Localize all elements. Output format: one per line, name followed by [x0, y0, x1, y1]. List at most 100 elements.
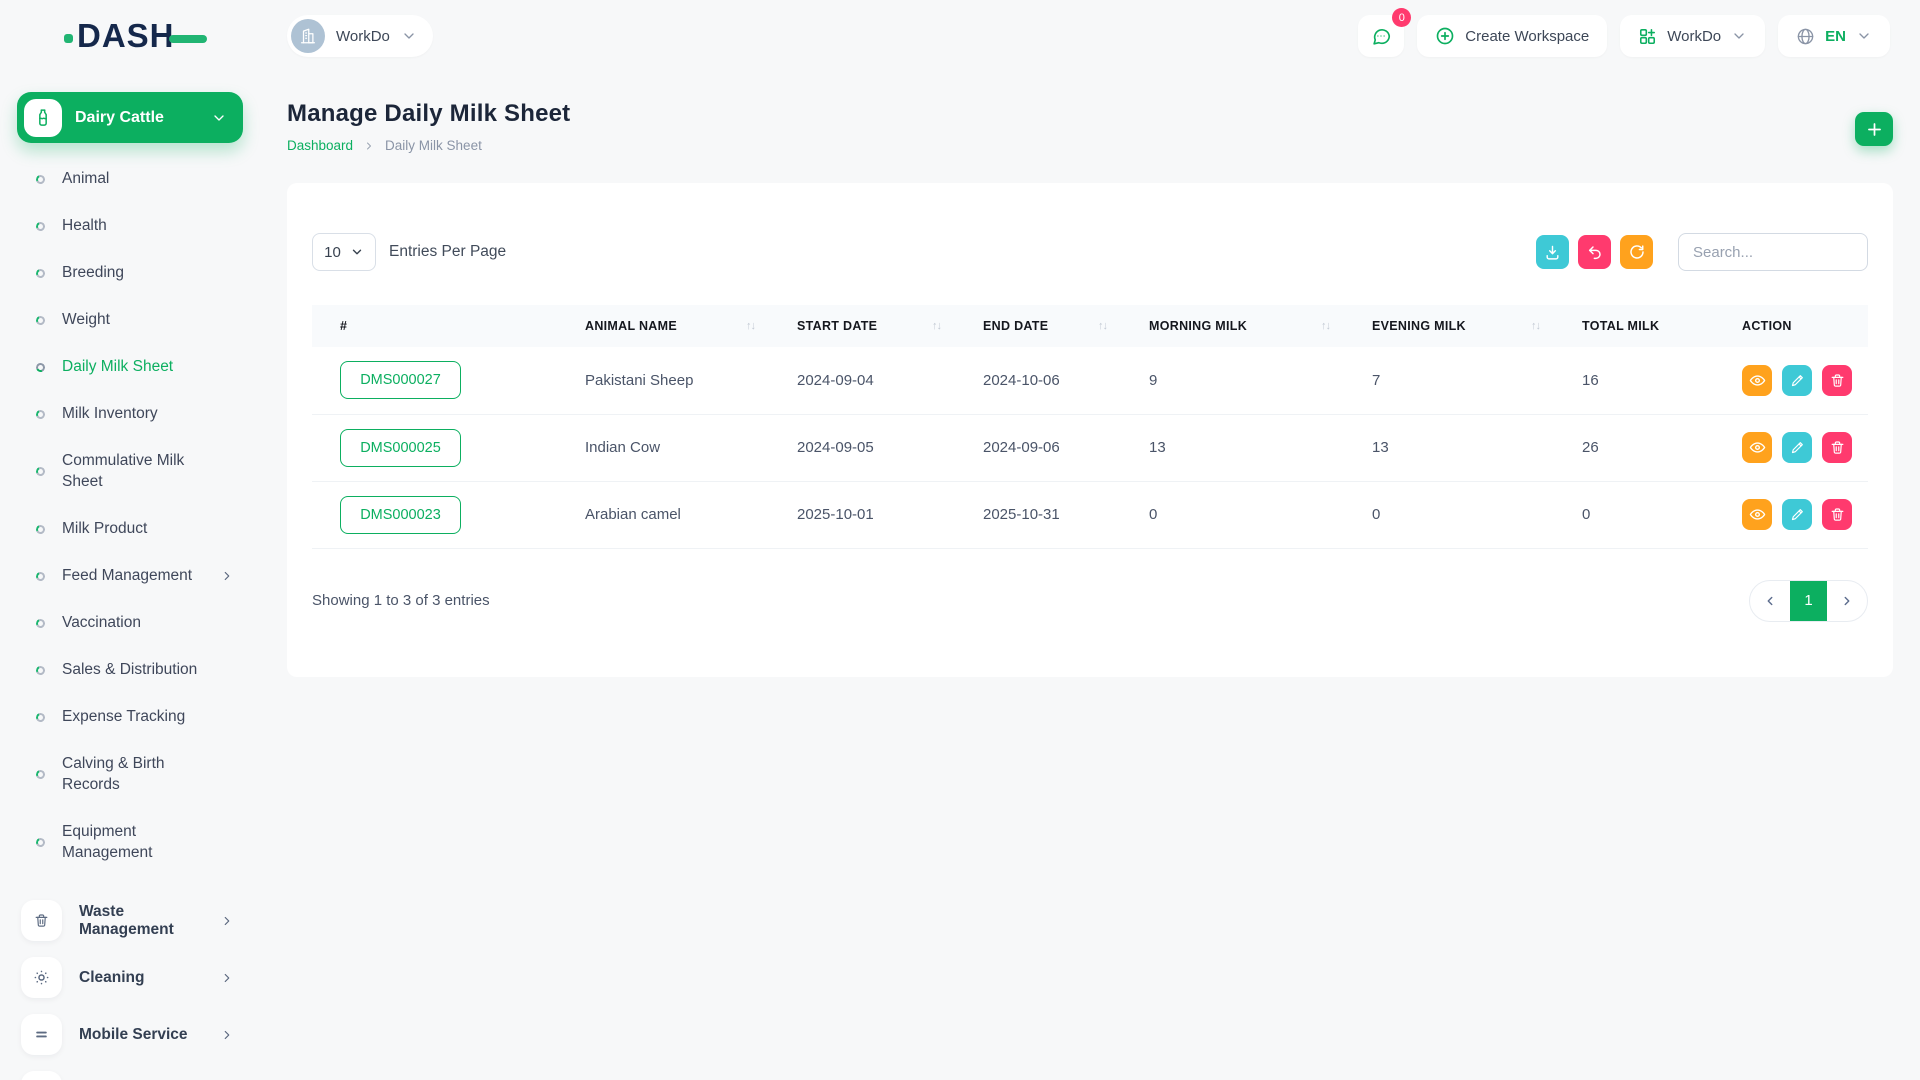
view-button[interactable] [1742, 499, 1772, 530]
start-date-cell: 2024-09-05 [769, 414, 955, 481]
column-label: EVENING MILK [1372, 319, 1466, 333]
column-header-inner: START DATE↑↓ [797, 319, 949, 333]
messages-count-badge: 0 [1392, 8, 1411, 27]
export-button[interactable] [1536, 235, 1569, 269]
table-toolbar: 10 Entries Per Page [312, 233, 1868, 271]
sidebar-item-label: Health [62, 215, 107, 236]
entries-per-page-select[interactable]: 10 [312, 233, 376, 271]
edit-button[interactable] [1782, 499, 1812, 530]
total-milk-cell: 0 [1554, 481, 1714, 548]
record-id-badge[interactable]: DMS000025 [340, 429, 461, 467]
sort-icon[interactable]: ↑↓ [932, 320, 941, 332]
chevron-down-icon [211, 110, 227, 126]
add-record-button[interactable] [1855, 112, 1893, 146]
workspace-selector[interactable]: WorkDo [287, 15, 433, 57]
edit-button[interactable] [1782, 432, 1812, 463]
sidebar-item-health[interactable]: Health [0, 202, 260, 249]
sidebar-item-label: Milk Product [62, 518, 147, 539]
breadcrumb: Dashboard Daily Milk Sheet [287, 138, 1893, 153]
sidebar-item-daily-milk-sheet[interactable]: Daily Milk Sheet [0, 343, 260, 390]
chevron-left-icon [1763, 594, 1777, 608]
sidebar-module-mobile-service[interactable]: Mobile Service [0, 1006, 260, 1063]
sidebar-item-sales-distribution[interactable]: Sales & Distribution [0, 646, 260, 693]
sidebar-item-feed-management[interactable]: Feed Management [0, 552, 260, 599]
sidebar-item-milk-inventory[interactable]: Milk Inventory [0, 390, 260, 437]
record-id-badge[interactable]: DMS000023 [340, 496, 461, 534]
next-page-button[interactable] [1827, 581, 1867, 621]
column-header-action: ACTION [1714, 305, 1868, 347]
record-id-badge[interactable]: DMS000027 [340, 361, 461, 399]
end-date-cell: 2024-09-06 [955, 414, 1121, 481]
sidebar-module-dairy-cattle[interactable]: Dairy Cattle [17, 92, 243, 143]
brand-logo[interactable]: DASH [64, 17, 207, 55]
create-workspace-label: Create Workspace [1465, 28, 1589, 45]
table-header-row: #ANIMAL NAME↑↓START DATE↑↓END DATE↑↓MORN… [312, 305, 1868, 347]
sort-icon[interactable]: ↑↓ [1098, 320, 1107, 332]
refresh-button[interactable] [1620, 235, 1653, 269]
create-workspace-button[interactable]: Create Workspace [1417, 15, 1607, 57]
messages-button[interactable]: 0 [1358, 15, 1404, 57]
table-footer: Showing 1 to 3 of 3 entries 1 [312, 580, 1868, 622]
undo-icon [1587, 244, 1603, 260]
sidebar-module-cleaning[interactable]: Cleaning [0, 949, 260, 1006]
sidebar-item-calving-birth-records[interactable]: Calving & Birth Records [0, 740, 260, 808]
previous-page-button[interactable] [1750, 581, 1790, 621]
delete-button[interactable] [1822, 499, 1852, 530]
record-id-cell: DMS000023 [312, 481, 557, 548]
column-header-start-date: START DATE↑↓ [769, 305, 955, 347]
breadcrumb-current: Daily Milk Sheet [385, 138, 482, 153]
sidebar-item-weight[interactable]: Weight [0, 296, 260, 343]
sidebar-item-label: Calving & Birth Records [62, 753, 215, 795]
sidebar-item-vaccination[interactable]: Vaccination [0, 599, 260, 646]
chevron-right-icon [220, 1028, 234, 1042]
animal-name-cell: Arabian camel [557, 481, 769, 548]
delete-button[interactable] [1822, 432, 1852, 463]
breadcrumb-dashboard-link[interactable]: Dashboard [287, 138, 353, 153]
table-row: DMS000025Indian Cow2024-09-052024-09-061… [312, 414, 1868, 481]
total-milk-cell: 16 [1554, 347, 1714, 414]
chevron-right-icon [220, 971, 234, 985]
sidebar-item-equipment-management[interactable]: Equipment Management [0, 808, 260, 876]
chevron-down-icon [401, 28, 417, 44]
total-milk-cell: 26 [1554, 414, 1714, 481]
sidebar-item-label: Weight [62, 309, 110, 330]
undo-button[interactable] [1578, 235, 1611, 269]
sidebar-item-milk-product[interactable]: Milk Product [0, 505, 260, 552]
workspace-name: WorkDo [336, 28, 390, 45]
edit-button[interactable] [1782, 365, 1812, 396]
logo-accent-dash [169, 35, 207, 43]
sort-icon[interactable]: ↑↓ [1531, 320, 1540, 332]
apps-menu-button[interactable]: WorkDo [1620, 15, 1765, 57]
sort-icon[interactable]: ↑↓ [1321, 320, 1330, 332]
column-header-evening-milk: EVENING MILK ↑↓ [1344, 305, 1554, 347]
column-header-: # [312, 305, 557, 347]
sidebar-module-laundry[interactable]: Laundry [0, 1063, 260, 1080]
view-button[interactable] [1742, 432, 1772, 463]
sidebar-item-animal[interactable]: Animal [0, 155, 260, 202]
column-header-inner: TOTAL MILK [1582, 319, 1708, 333]
building-icon [299, 27, 317, 45]
page-number-button[interactable]: 1 [1790, 581, 1827, 621]
table-row: DMS000027Pakistani Sheep2024-09-042024-1… [312, 347, 1868, 414]
sidebar-item-label: Equipment Management [62, 821, 215, 863]
logo-accent-dot [64, 34, 73, 43]
bullet-icon [35, 466, 47, 478]
end-date-cell: 2025-10-31 [955, 481, 1121, 548]
language-menu-button[interactable]: EN [1778, 15, 1890, 57]
sidebar-item-breeding[interactable]: Breeding [0, 249, 260, 296]
chevron-down-icon [1731, 28, 1747, 44]
sort-icon[interactable]: ↑↓ [746, 320, 755, 332]
sidebar-item-commulative-milk-sheet[interactable]: Commulative Milk Sheet [0, 437, 260, 505]
sidebar-item-expense-tracking[interactable]: Expense Tracking [0, 693, 260, 740]
sidebar-module-waste-management[interactable]: Waste Management [0, 892, 260, 949]
module-label: Waste Management [79, 903, 203, 939]
search-input[interactable] [1678, 233, 1868, 271]
pencil-icon [1790, 440, 1805, 455]
trash-icon [1830, 373, 1845, 388]
view-button[interactable] [1742, 365, 1772, 396]
delete-button[interactable] [1822, 365, 1852, 396]
sidebar-item-label: Breeding [62, 262, 124, 283]
action-cell [1714, 481, 1868, 548]
morning-milk-cell: 13 [1121, 414, 1344, 481]
tshirt-icon [21, 1071, 62, 1080]
